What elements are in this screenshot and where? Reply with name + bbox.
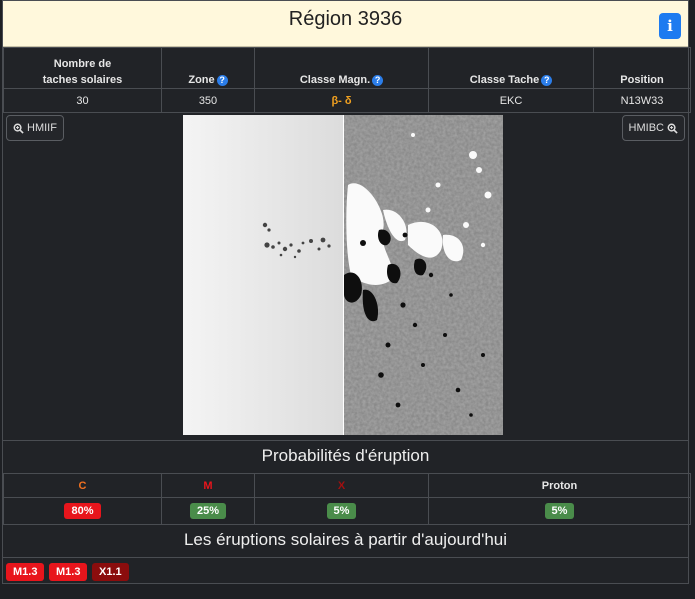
prob-label-proton: Proton — [427, 473, 692, 498]
magnifier-plus-icon — [13, 123, 24, 134]
region-title: Région 3936 — [288, 8, 403, 30]
probabilities-title: Probabilités d'éruption — [261, 446, 430, 465]
probabilities-table: C M X Proton 80% 25% 5% 5% — [3, 473, 692, 525]
flare-badge[interactable]: X1.1 — [92, 563, 129, 581]
stats-header-row: Nombre de taches solaires Zone? Classe M… — [3, 47, 691, 89]
value-zone: 350 — [161, 88, 255, 113]
help-icon[interactable]: ? — [541, 74, 553, 86]
value-position: N13W33 — [593, 88, 691, 113]
value-mag-class: β- δ — [254, 88, 429, 113]
stats-value-row: 30 350 β- δ EKC N13W33 — [3, 88, 691, 113]
header-zone-label: Zone — [188, 74, 215, 86]
header-zone: Zone? — [161, 47, 255, 89]
header-sunspots: Nombre de taches solaires — [3, 47, 162, 89]
prob-label-m: M — [161, 473, 255, 498]
header-sunspots-label: Nombre de taches solaires — [42, 58, 123, 86]
hmibc-label: HMIBC — [628, 122, 664, 134]
hmiif-label: HMIIF — [27, 122, 57, 134]
flares-list: M1.3 M1.3 X1.1 — [3, 557, 688, 585]
hmi-continuum-image — [183, 115, 343, 435]
region-panel: Région 3936 i Nombre de taches solaires … — [2, 0, 692, 585]
header-position-label: Position — [620, 74, 664, 86]
info-icon: i — [667, 17, 673, 35]
prob-cell-c: 80% — [3, 497, 162, 525]
prob-cell-x: 5% — [254, 497, 429, 525]
prob-label-x: X — [254, 473, 429, 498]
flare-badge[interactable]: M1.3 — [49, 563, 88, 581]
help-icon[interactable]: ? — [372, 74, 384, 86]
hmiif-button[interactable]: HMIIF — [6, 115, 64, 141]
hmi-magnetogram-image — [343, 115, 503, 435]
region-stats-table: Nombre de taches solaires Zone? Classe M… — [3, 47, 691, 113]
header-spot-class: Classe Tache? — [428, 47, 594, 89]
header-mag-class-label: Classe Magn. — [299, 74, 371, 86]
magnifier-plus-icon — [667, 123, 678, 134]
prob-label-c: C — [3, 473, 162, 498]
header-position: Position — [593, 47, 691, 89]
prob-badge-m: 25% — [189, 503, 227, 519]
value-sunspots: 30 — [3, 88, 162, 113]
probabilities-value-row: 80% 25% 5% 5% — [3, 497, 692, 525]
image-area: HMIIF HMIBC — [3, 112, 688, 441]
header-spot-class-label: Classe Tache — [469, 74, 540, 86]
header-mag-class: Classe Magn.? — [254, 47, 429, 89]
sunspot-image[interactable] — [183, 115, 503, 435]
value-spot-class: EKC — [428, 88, 594, 113]
prob-badge-x: 5% — [326, 503, 357, 519]
prob-badge-proton: 5% — [544, 503, 575, 519]
prob-cell-m: 25% — [161, 497, 255, 525]
prob-badge-c: 80% — [64, 503, 101, 519]
hmibc-button[interactable]: HMIBC — [621, 115, 685, 141]
flare-badge[interactable]: M1.3 — [6, 563, 45, 581]
prob-cell-proton: 5% — [427, 497, 692, 525]
region-header: Région 3936 i — [3, 1, 688, 47]
info-button[interactable]: i — [659, 13, 681, 39]
help-icon[interactable]: ? — [216, 74, 228, 86]
probabilities-header-row: C M X Proton — [3, 473, 692, 498]
flares-title: Les éruptions solaires à partir d'aujour… — [183, 530, 508, 549]
